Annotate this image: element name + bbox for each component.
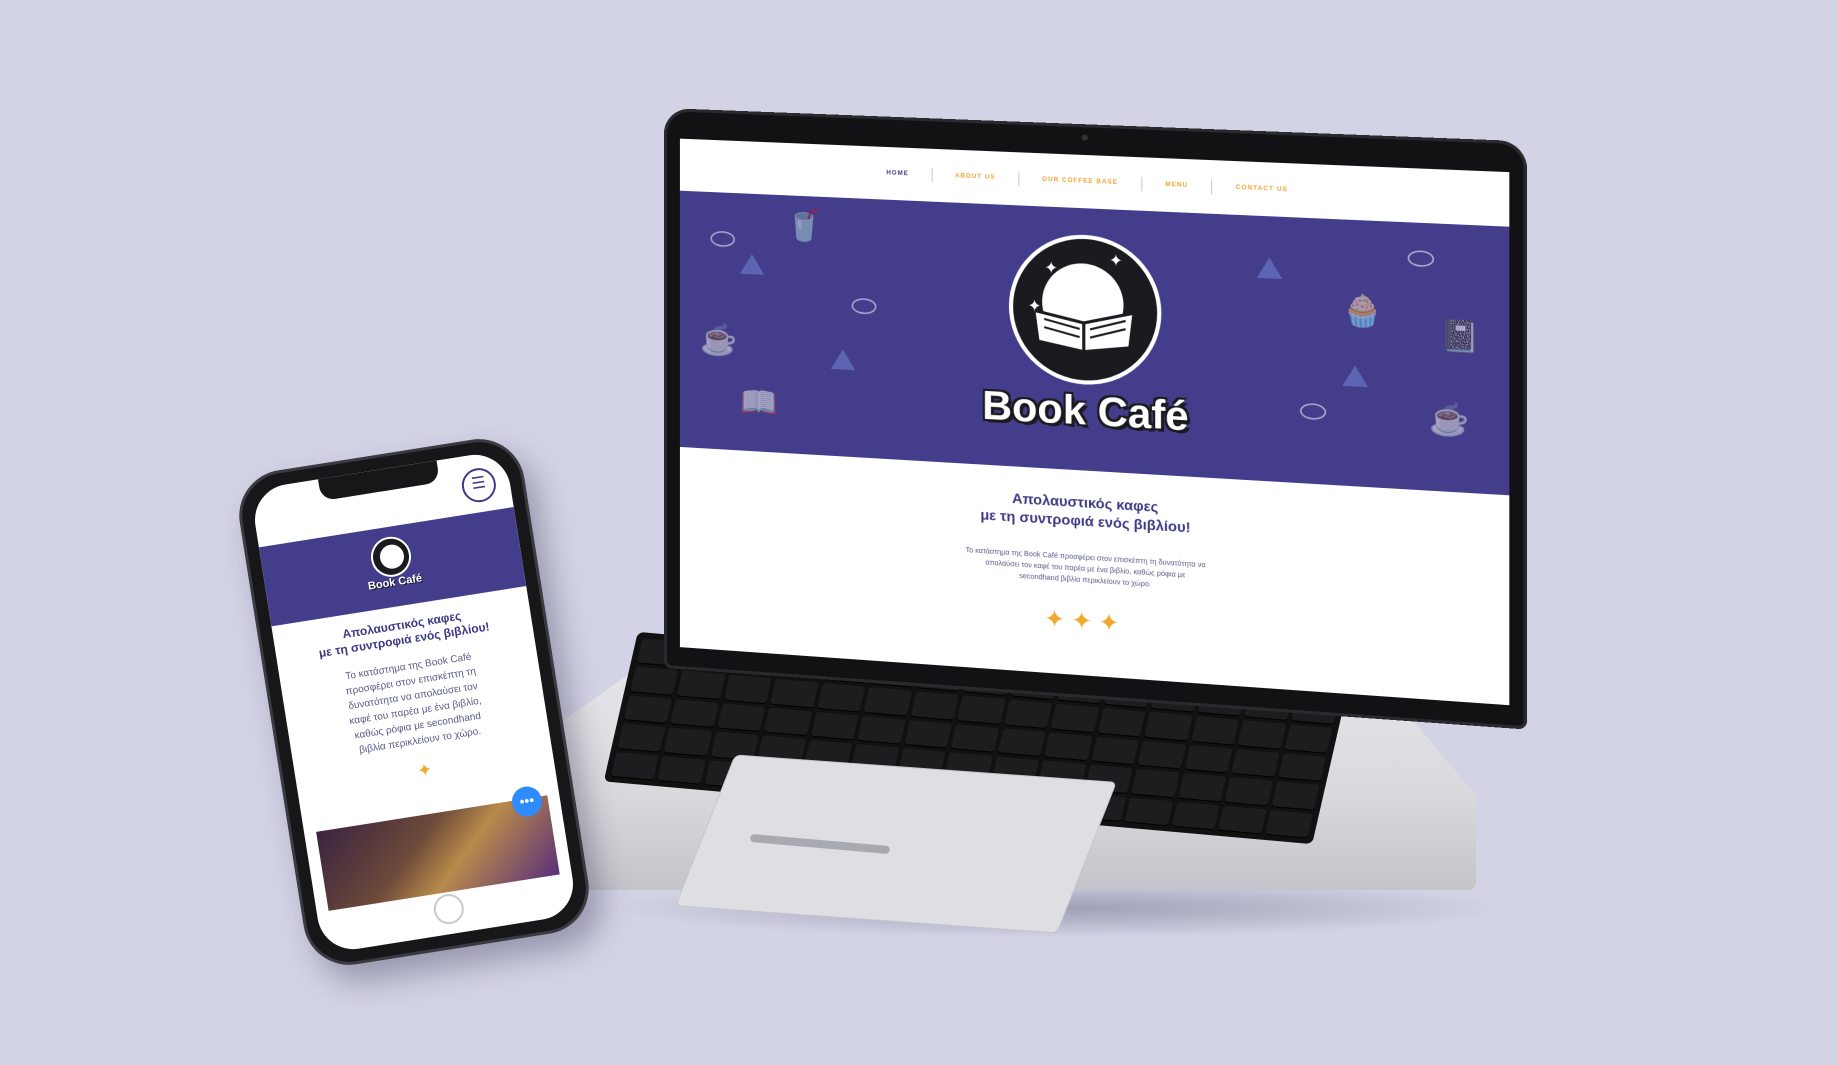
nav-menu[interactable]: MENU <box>1142 176 1213 195</box>
coffee-bean-icon: ⬭ <box>851 289 878 324</box>
keyboard-key <box>611 751 660 780</box>
notebook-icon: 📓 <box>1439 318 1481 356</box>
keyboard-key <box>1190 716 1240 745</box>
keyboard-key <box>1131 768 1180 797</box>
keyboard-key <box>1124 797 1174 826</box>
headline-line-2: με τη συντροφιά ενός βιβλίου! <box>980 506 1191 536</box>
nav-about-us[interactable]: ABOUT US <box>932 168 1020 187</box>
coffee-bean-icon: ⬭ <box>709 222 736 257</box>
home-button[interactable] <box>431 891 466 927</box>
phone-notch <box>317 460 440 502</box>
keyboard-key <box>1137 740 1186 769</box>
triangle-decor <box>830 348 856 371</box>
keyboard-key <box>630 666 679 695</box>
keyboard-key <box>1184 744 1233 773</box>
nav-our-coffee-base[interactable]: OUR COFFEE BASE <box>1019 171 1143 192</box>
keyboard-key <box>664 727 713 756</box>
cupcake-icon: 🧁 <box>1342 293 1383 330</box>
keyboard-key <box>1284 724 1333 753</box>
keyboard-key <box>817 683 866 712</box>
phone-logo <box>368 533 414 580</box>
nav-home[interactable]: HOME <box>863 165 933 183</box>
keyboard-key <box>1171 801 1220 830</box>
keyboard-key <box>770 679 819 708</box>
webcam-icon <box>1081 134 1088 141</box>
nav-contact-us[interactable]: CONTACT US <box>1212 180 1311 199</box>
phone-about-body: Το κατάστημα της Book Café προσφέρει στο… <box>344 651 483 757</box>
keyboard-key <box>764 707 813 736</box>
keyboard-key <box>810 711 860 740</box>
open-book-logo-icon <box>1030 290 1139 357</box>
keyboard-key <box>623 694 673 724</box>
keyboard-key <box>1090 736 1140 765</box>
moon-icon <box>378 542 406 571</box>
keyboard-key <box>1224 777 1273 806</box>
phone-screen: ☰ Book Café Απολαυστικός καφες με τη συν… <box>249 449 579 955</box>
keyboard-key <box>1177 772 1227 802</box>
sparkle-icon: ✦ <box>1108 252 1123 271</box>
laptop-lid: HOME ABOUT US OUR COFFEE BASE MENU CONTA… <box>664 108 1527 730</box>
keyboard-key <box>957 695 1006 724</box>
sparkle-icon: ✦ <box>1027 297 1042 316</box>
keyboard-key <box>904 719 953 748</box>
keyboard-key <box>1050 703 1100 733</box>
keyboard-key <box>1277 752 1327 781</box>
keyboard-key <box>910 691 959 720</box>
keyboard-key <box>717 703 766 732</box>
phone-about-section: Απολαυστικός καφες με τη συντροφιά ενός … <box>273 598 554 801</box>
triangle-decor <box>1342 364 1369 388</box>
keyboard-key <box>1237 720 1286 749</box>
keyboard-key <box>1144 712 1193 741</box>
coffee-bean-icon: ⬭ <box>1406 241 1435 277</box>
keyboard-key <box>677 670 726 699</box>
drink-cup-icon: 🥤 <box>785 208 823 244</box>
keyboard-key <box>617 723 666 752</box>
book-cafe-logo: ✦ ✦ ✦ <box>1008 231 1162 389</box>
laptop-screen: HOME ABOUT US OUR COFFEE BASE MENU CONTA… <box>679 138 1510 706</box>
sparkle-icon: ✦ <box>1044 259 1059 278</box>
keyboard-key <box>657 755 707 784</box>
keyboard-key <box>1003 699 1053 728</box>
keyboard-key <box>1231 748 1280 777</box>
laptop-trackpad <box>674 754 1118 934</box>
keyboard-key <box>723 674 773 704</box>
hamburger-menu-icon[interactable]: ☰ <box>459 465 499 505</box>
keyboard-key <box>670 699 719 728</box>
keyboard-key <box>1097 708 1146 737</box>
hero-banner: ⬭ 🥤 ⬭ ☕ 📖 🧁 ⬭ 📓 ☕ ⬭ ✦ ✦ ✦ Book Café <box>679 190 1510 496</box>
keyboard-key <box>857 715 906 744</box>
keyboard-key <box>1218 805 1267 834</box>
keyboard-key <box>1044 732 1093 761</box>
stars-decor: ✦✦✦ <box>1044 605 1126 639</box>
drink-cup-icon: ☕ <box>699 322 738 358</box>
keyboard-key <box>950 723 1000 753</box>
keyboard-key <box>997 728 1046 757</box>
about-body: Το κατάστημα της Book Café προσφέρει στο… <box>965 547 1206 589</box>
triangle-decor <box>1256 257 1283 280</box>
keyboard-key <box>863 687 913 716</box>
keyboard-key <box>1264 809 1314 838</box>
keyboard-key <box>1271 781 1320 810</box>
triangle-decor <box>739 253 765 275</box>
